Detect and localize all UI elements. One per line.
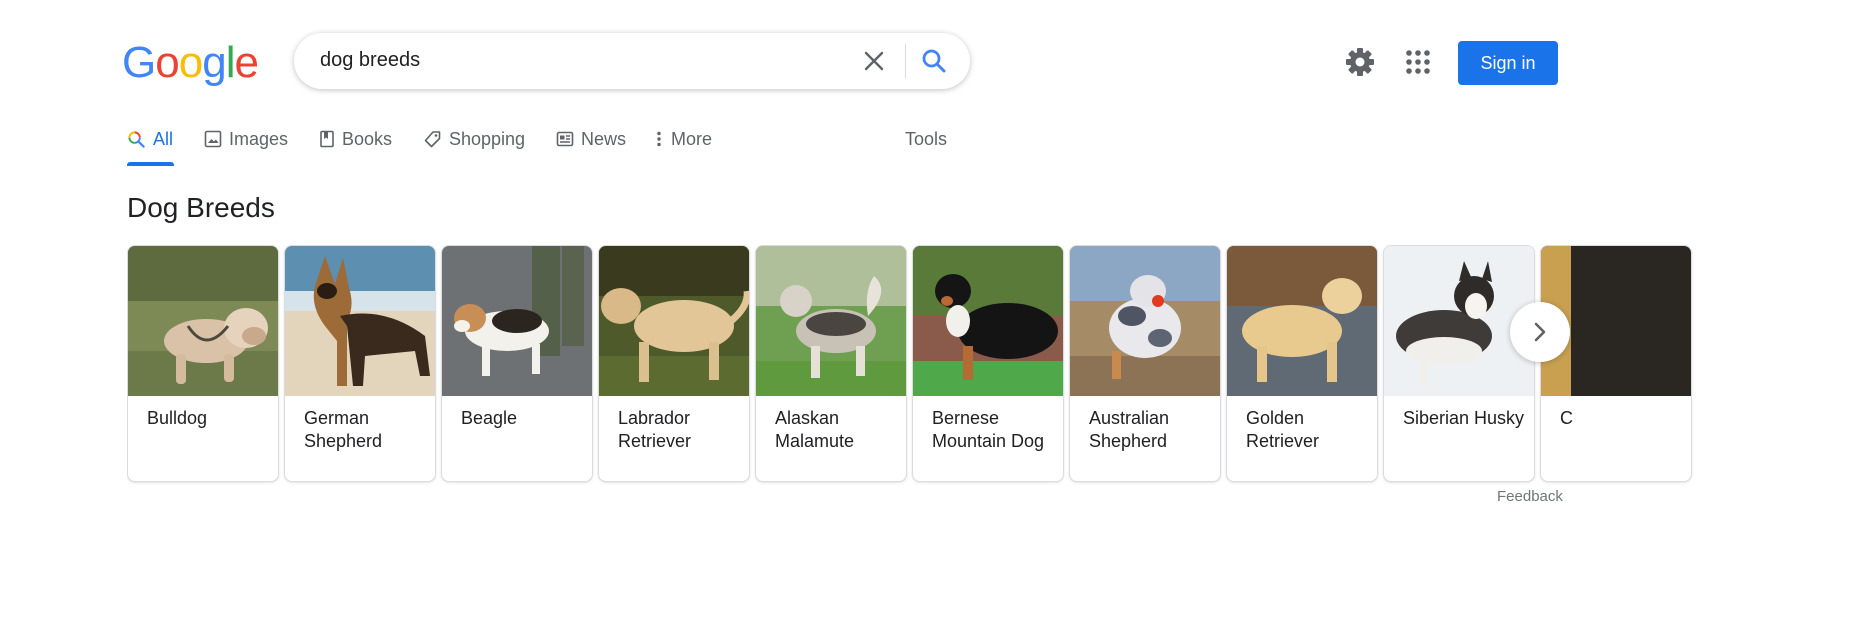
feedback-link[interactable]: Feedback <box>1497 488 1563 505</box>
image-icon <box>204 130 222 148</box>
breed-card-siberian-husky[interactable]: Siberian Husky <box>1383 245 1535 482</box>
logo-letter: G <box>122 38 156 87</box>
breed-card-alaskan-malamute[interactable]: Alaskan Malamute <box>755 245 907 482</box>
breed-card-bulldog[interactable]: Bulldog <box>127 245 279 482</box>
breed-name: Labrador Retriever <box>618 408 692 451</box>
tab-books[interactable]: Books <box>319 126 392 152</box>
logo-letter: g <box>202 38 227 87</box>
book-icon <box>320 130 334 148</box>
tab-all[interactable]: All <box>127 126 173 152</box>
search-divider <box>905 44 906 78</box>
labrador-retriever-image <box>599 246 749 396</box>
tab-news[interactable]: News <box>556 126 626 152</box>
tab-label: Books <box>342 128 393 149</box>
active-tab-indicator <box>127 162 174 166</box>
alaskan-malamute-image <box>756 246 906 396</box>
breed-card-labrador-retriever[interactable]: Labrador Retriever <box>598 245 750 482</box>
breed-card-german-shepherd[interactable]: German Shepherd <box>284 245 436 482</box>
logo-letter: o <box>178 38 204 87</box>
search-box[interactable]: dog breeds <box>294 33 970 89</box>
search-icon[interactable] <box>918 45 950 77</box>
tag-icon <box>424 130 441 147</box>
breed-card-golden-retriever[interactable]: Golden Retriever <box>1226 245 1378 482</box>
tab-label: Shopping <box>449 128 526 149</box>
tab-more[interactable]: More <box>654 126 712 152</box>
golden-retriever-image <box>1227 246 1377 396</box>
breed-name: C <box>1560 408 1573 428</box>
breed-name: Bernese Mountain Dog <box>932 408 1045 451</box>
vertical-dots-icon <box>657 131 661 147</box>
tools-button[interactable]: Tools <box>905 126 947 152</box>
sign-in-button[interactable]: Sign in <box>1458 41 1558 85</box>
tab-label: Images <box>229 128 289 149</box>
tab-images[interactable]: Images <box>204 126 288 152</box>
search-multicolor-icon <box>128 130 145 148</box>
bernese-mountain-dog-image <box>913 246 1063 396</box>
tab-label: More <box>671 128 713 149</box>
breed-name: Siberian Husky <box>1403 408 1525 428</box>
tab-label: All <box>153 128 174 149</box>
breed-card-partial[interactable]: C <box>1540 245 1692 482</box>
logo-letter: e <box>234 38 259 87</box>
breed-name: Alaskan Malamute <box>775 408 855 451</box>
breed-card-beagle[interactable]: Beagle <box>441 245 593 482</box>
search-input[interactable]: dog breeds <box>320 49 420 72</box>
breed-name: Australian Shepherd <box>1089 408 1170 451</box>
australian-shepherd-image <box>1070 246 1220 396</box>
breed-carousel: Bulldog German Shepherd Beagle Labrador … <box>127 245 1871 485</box>
tab-shopping[interactable]: Shopping <box>423 126 525 152</box>
breed-name: Beagle <box>461 408 518 428</box>
german-shepherd-image <box>285 246 435 396</box>
breed-name: German Shepherd <box>304 408 383 451</box>
tab-label: Tools <box>905 128 948 149</box>
chevron-right-icon <box>1534 322 1546 342</box>
logo-letter: o <box>155 38 180 87</box>
breed-card-bernese-mountain-dog[interactable]: Bernese Mountain Dog <box>912 245 1064 482</box>
breed-card-australian-shepherd[interactable]: Australian Shepherd <box>1069 245 1221 482</box>
google-logo[interactable]: Google <box>122 36 259 90</box>
carousel-next-button[interactable] <box>1510 302 1570 362</box>
bulldog-image <box>128 246 278 396</box>
breed-name: Bulldog <box>147 408 208 428</box>
breed-name: Golden Retriever <box>1246 408 1320 451</box>
beagle-image <box>442 246 592 396</box>
clear-icon[interactable] <box>858 45 890 77</box>
section-title: Dog Breeds <box>127 192 275 223</box>
newspaper-icon <box>556 131 574 147</box>
tab-label: News <box>581 128 627 149</box>
gear-icon[interactable] <box>1343 45 1377 79</box>
apps-grid-icon[interactable] <box>1403 47 1433 77</box>
